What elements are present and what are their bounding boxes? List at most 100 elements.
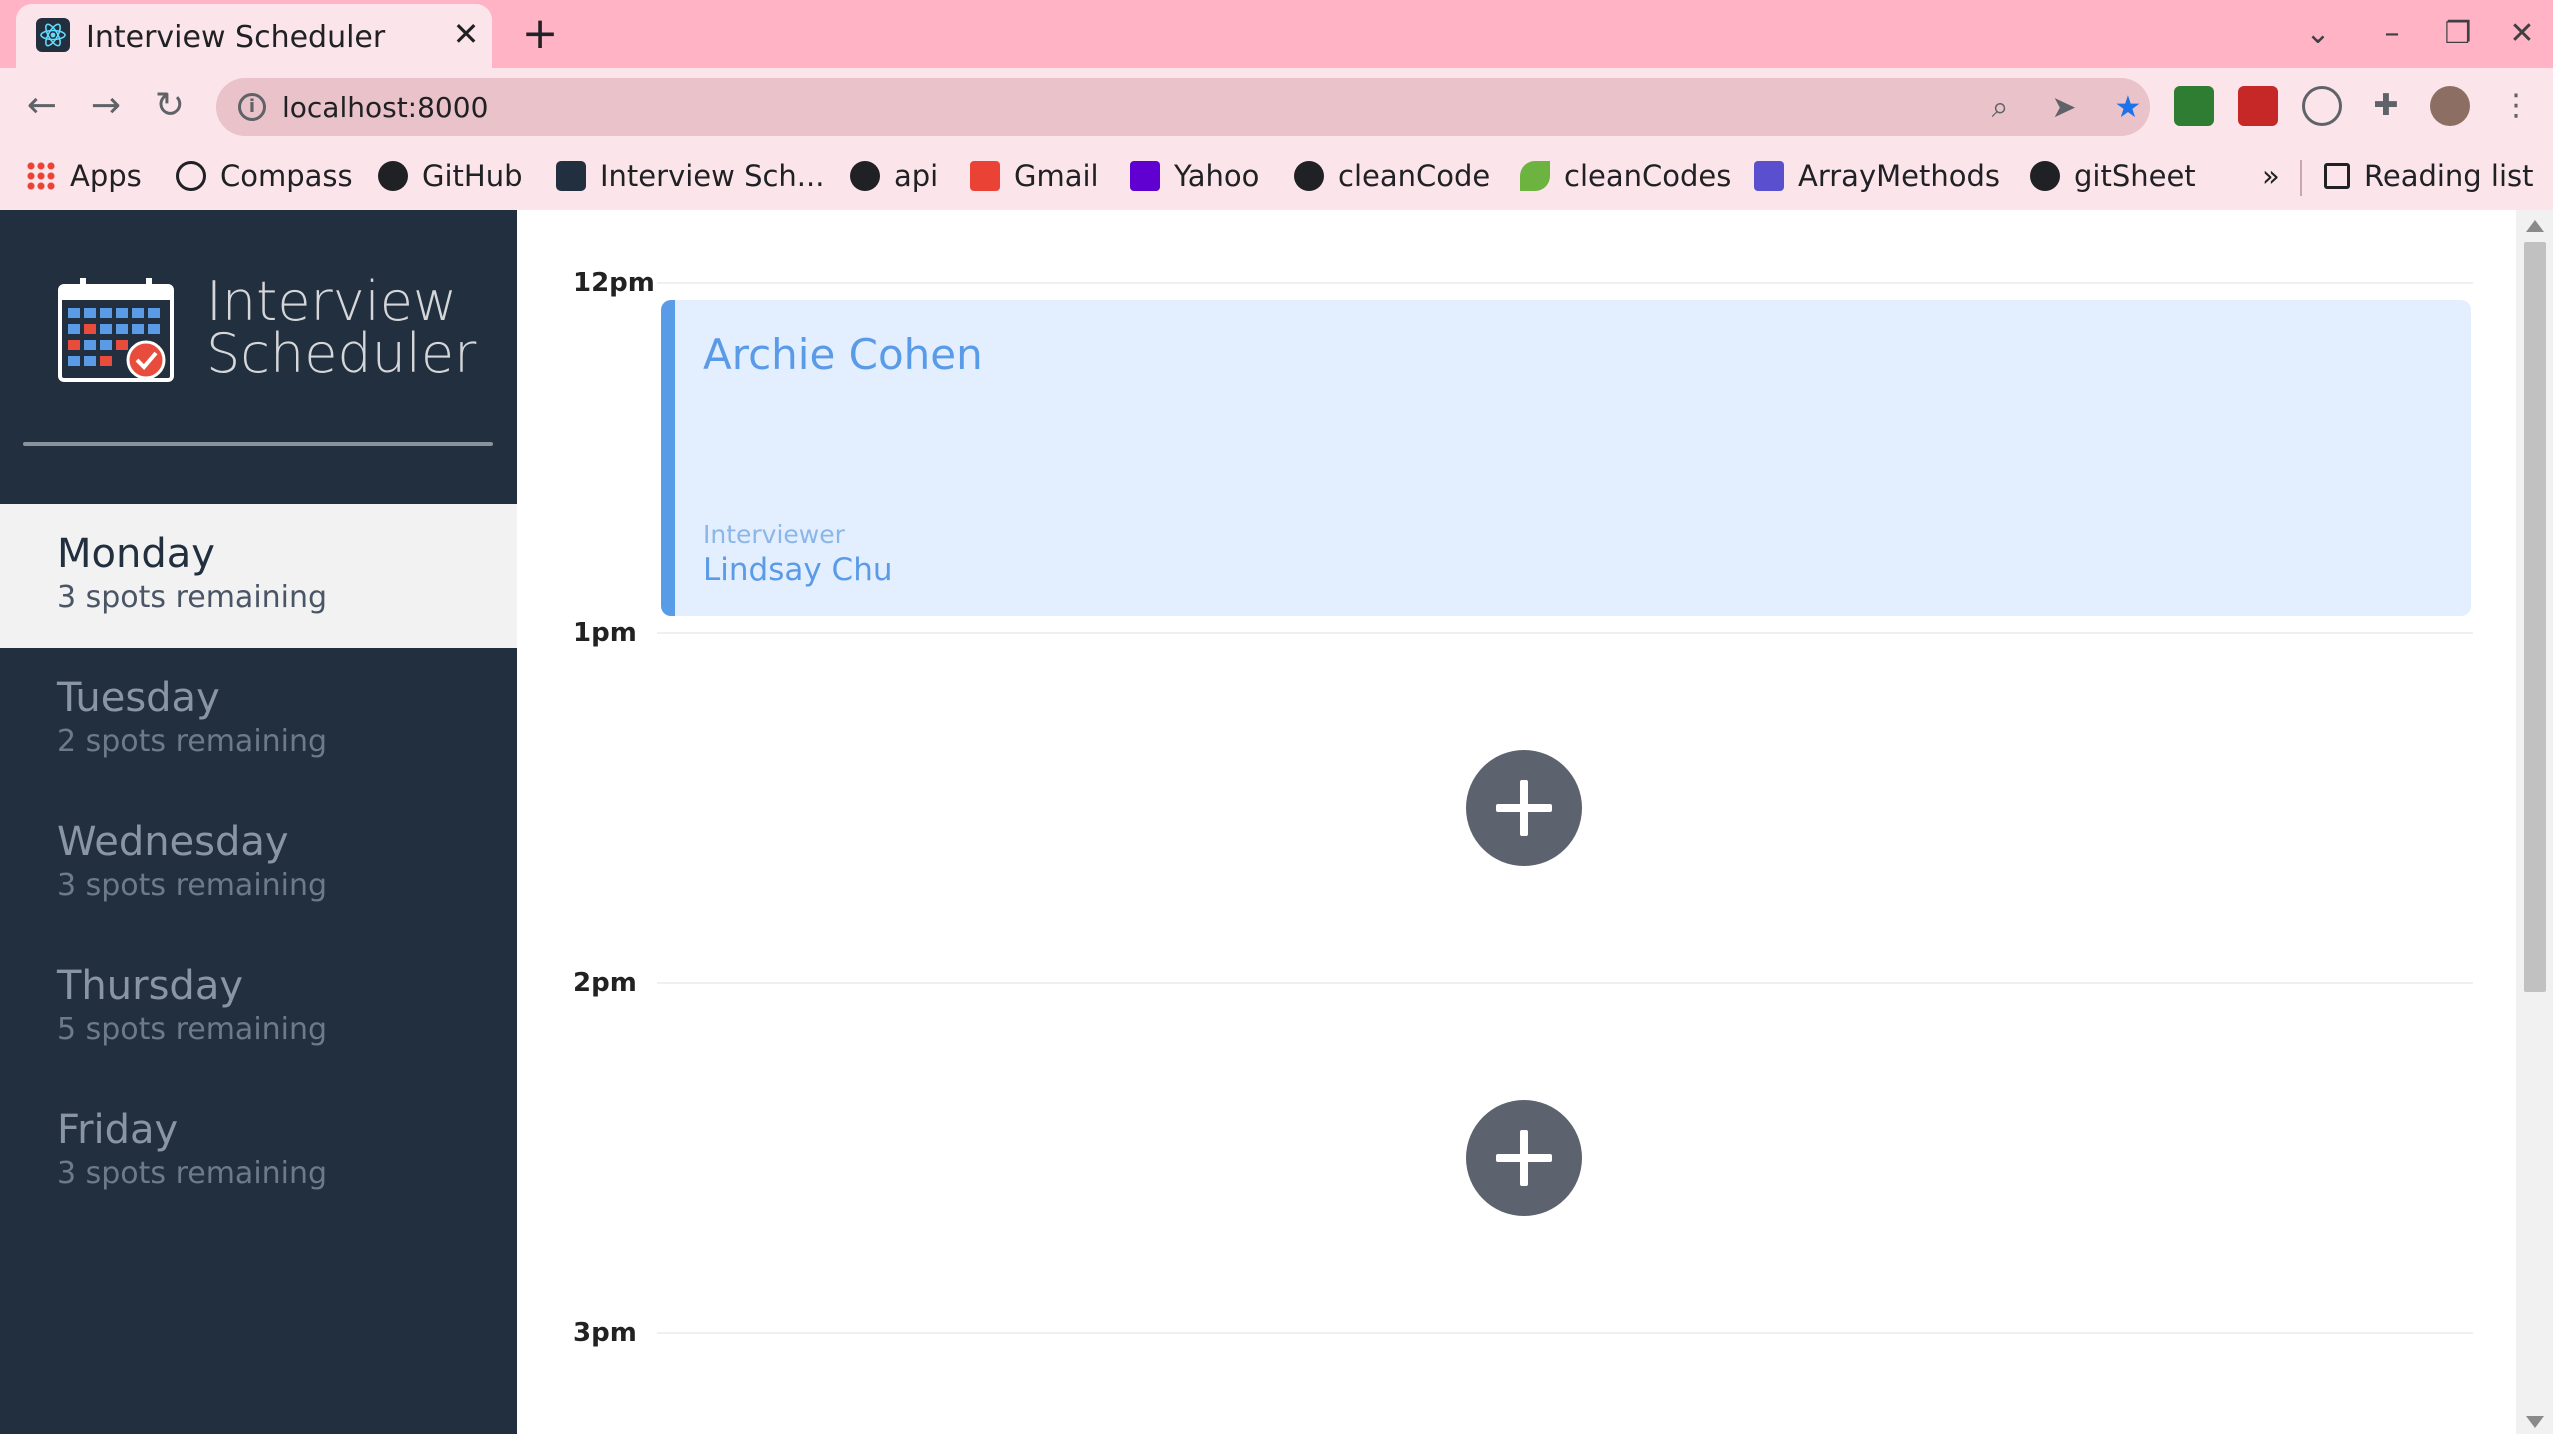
slot-divider bbox=[657, 282, 2473, 284]
scroll-down-arrow-icon[interactable] bbox=[2526, 1416, 2544, 1428]
github-icon bbox=[1294, 161, 1324, 191]
interviewer-name: Lindsay Chu bbox=[703, 552, 893, 588]
bookmark-label: Yahoo bbox=[1174, 159, 1260, 193]
github-icon bbox=[378, 161, 408, 191]
day-spots: 5 spots remaining bbox=[57, 1012, 328, 1047]
react-icon bbox=[36, 18, 70, 52]
time-slot-1pm: 1pm bbox=[517, 618, 2516, 982]
bookmark-label: Apps bbox=[70, 159, 142, 193]
tab-close-icon[interactable]: ✕ bbox=[448, 16, 484, 52]
menu-kebab-icon[interactable]: ⋮ bbox=[2498, 88, 2534, 124]
bookmark-gitsheet[interactable]: gitSheet bbox=[2030, 156, 2196, 196]
window-close-icon[interactable]: ✕ bbox=[2504, 16, 2540, 52]
leaf-icon bbox=[1520, 161, 1550, 191]
scroll-up-arrow-icon[interactable] bbox=[2526, 220, 2544, 232]
globe-icon bbox=[850, 161, 880, 191]
bookmark-github[interactable]: GitHub bbox=[378, 156, 523, 196]
slot-divider bbox=[657, 982, 2473, 984]
slot-time: 12pm bbox=[573, 268, 655, 298]
minimize-icon[interactable]: – bbox=[2374, 16, 2410, 52]
day-item-thursday[interactable]: Thursday 5 spots remaining bbox=[0, 936, 517, 1080]
bookmark-star-icon[interactable]: ★ bbox=[2110, 90, 2146, 126]
day-item-tuesday[interactable]: Tuesday 2 spots remaining bbox=[0, 648, 517, 792]
bookmark-apps[interactable]: Apps bbox=[26, 156, 142, 196]
bookmarks-overflow-button[interactable]: » bbox=[2262, 156, 2280, 196]
new-tab-button[interactable]: + bbox=[518, 12, 562, 56]
slot-time: 3pm bbox=[573, 1318, 637, 1348]
bookmark-yahoo[interactable]: Yahoo bbox=[1130, 156, 1259, 196]
tab-search-icon[interactable]: ⌄ bbox=[2300, 16, 2336, 52]
day-spots: 3 spots remaining bbox=[57, 580, 328, 615]
logo-line-2: Scheduler bbox=[206, 322, 477, 385]
react-icon bbox=[556, 161, 586, 191]
day-name: Thursday bbox=[57, 963, 243, 1009]
day-spots: 3 spots remaining bbox=[57, 868, 328, 903]
bookmark-label: cleanCode bbox=[1338, 159, 1491, 193]
scrollbar[interactable] bbox=[2516, 210, 2553, 1434]
day-item-monday[interactable]: Monday 3 spots remaining bbox=[0, 504, 517, 648]
address-bar[interactable]: i localhost:8000 ⌕ ➤ ★ bbox=[216, 78, 2150, 136]
appointment-card[interactable]: Archie Cohen Interviewer Lindsay Chu bbox=[661, 300, 2471, 616]
bookmark-cleancode[interactable]: cleanCode bbox=[1294, 156, 1490, 196]
zoom-icon[interactable]: ⌕ bbox=[1982, 90, 2018, 126]
add-appointment-button[interactable] bbox=[1466, 750, 1582, 866]
time-slot-3pm: 3pm bbox=[517, 1318, 2516, 1434]
day-name: Monday bbox=[57, 531, 215, 577]
app-viewport: Interview Scheduler Monday 3 spots remai… bbox=[0, 210, 2553, 1434]
bookmark-cleancodes[interactable]: cleanCodes bbox=[1520, 156, 1731, 196]
site-info-icon[interactable]: i bbox=[238, 93, 266, 121]
back-icon[interactable]: ← bbox=[20, 84, 64, 128]
reading-list-button[interactable]: Reading list bbox=[2324, 156, 2534, 196]
bookmark-interview-scheduler[interactable]: Interview Sch... bbox=[556, 156, 824, 196]
day-name: Tuesday bbox=[57, 675, 220, 721]
send-icon[interactable]: ➤ bbox=[2046, 90, 2082, 126]
restore-icon[interactable]: ❐ bbox=[2440, 16, 2476, 52]
profile-avatar[interactable] bbox=[2430, 86, 2470, 126]
day-name: Friday bbox=[57, 1107, 179, 1153]
time-slot-2pm: 2pm bbox=[517, 968, 2516, 1332]
browser-tab[interactable]: Interview Scheduler ✕ bbox=[16, 4, 492, 68]
day-spots: 2 spots remaining bbox=[57, 724, 328, 759]
code-icon bbox=[1754, 161, 1784, 191]
slot-time: 1pm bbox=[573, 618, 637, 648]
bookmark-label: cleanCodes bbox=[1564, 159, 1732, 193]
day-item-friday[interactable]: Friday 3 spots remaining bbox=[0, 1080, 517, 1224]
tab-strip: Interview Scheduler ✕ + ⌄ – ❐ ✕ bbox=[0, 0, 2553, 68]
forward-icon[interactable]: → bbox=[84, 84, 128, 128]
puzzle-extensions-icon[interactable]: ✚ bbox=[2368, 88, 2404, 124]
interviewer-label: Interviewer bbox=[703, 520, 845, 549]
bookmark-api[interactable]: api bbox=[850, 156, 938, 196]
day-name: Wednesday bbox=[57, 819, 289, 865]
globe-icon bbox=[2030, 161, 2060, 191]
bookmark-label: gitSheet bbox=[2074, 159, 2196, 193]
yahoo-mail-icon bbox=[1130, 161, 1160, 191]
student-name: Archie Cohen bbox=[703, 330, 983, 379]
url-text[interactable]: localhost:8000 bbox=[282, 91, 488, 124]
bookmark-label: GitHub bbox=[422, 159, 523, 193]
bookmark-arraymethods[interactable]: ArrayMethods bbox=[1754, 156, 2000, 196]
sidebar: Interview Scheduler Monday 3 spots remai… bbox=[0, 210, 517, 1434]
slot-divider bbox=[657, 632, 2473, 634]
sidebar-divider bbox=[23, 442, 493, 446]
add-appointment-button[interactable] bbox=[1466, 1100, 1582, 1216]
json-extension-icon[interactable] bbox=[2302, 86, 2342, 126]
gmail-icon bbox=[970, 161, 1000, 191]
day-item-wednesday[interactable]: Wednesday 3 spots remaining bbox=[0, 792, 517, 936]
reading-list-label: Reading list bbox=[2364, 159, 2534, 193]
html-tree-extension-icon[interactable] bbox=[2174, 86, 2214, 126]
bookmark-gmail[interactable]: Gmail bbox=[970, 156, 1099, 196]
scroll-thumb[interactable] bbox=[2524, 242, 2546, 992]
bookmarks-bar: Apps Compass GitHub Interview Sch... api… bbox=[0, 146, 2553, 210]
extension-icon[interactable] bbox=[2238, 86, 2278, 126]
day-list: Monday 3 spots remaining Tuesday 2 spots… bbox=[0, 504, 517, 1224]
bookmark-compass[interactable]: Compass bbox=[176, 156, 353, 196]
browser-toolbar: ← → ↻ i localhost:8000 ⌕ ➤ ★ ✚ ⋮ bbox=[0, 68, 2553, 146]
bookmark-label: Gmail bbox=[1014, 159, 1099, 193]
reload-icon[interactable]: ↻ bbox=[148, 84, 192, 128]
time-slot-12pm: 12pm Archie Cohen Interviewer Lindsay Ch… bbox=[517, 268, 2516, 632]
tab-title: Interview Scheduler bbox=[86, 20, 386, 55]
apps-grid-icon bbox=[26, 161, 56, 191]
bookmarks-separator bbox=[2300, 160, 2302, 196]
bookmark-label: api bbox=[894, 159, 939, 193]
calendar-logo-icon bbox=[58, 278, 174, 382]
